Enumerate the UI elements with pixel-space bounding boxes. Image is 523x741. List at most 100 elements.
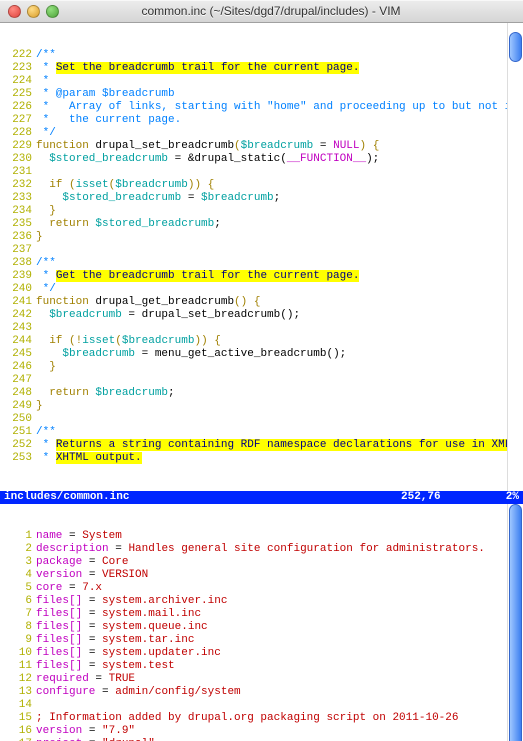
scrollbar-thumb-bottom[interactable] bbox=[509, 504, 522, 741]
code-content[interactable]: files[] = system.queue.inc bbox=[36, 621, 523, 634]
code-content[interactable]: * Set the breadcrumb trail for the curre… bbox=[36, 62, 523, 75]
code-line[interactable]: 229function drupal_set_breadcrumb($bread… bbox=[0, 140, 523, 153]
minimize-icon[interactable] bbox=[27, 5, 40, 18]
code-content[interactable]: package = Core bbox=[36, 556, 523, 569]
code-content[interactable]: } bbox=[36, 205, 523, 218]
code-content[interactable]: files[] = system.tar.inc bbox=[36, 634, 523, 647]
code-content[interactable]: function drupal_get_breadcrumb() { bbox=[36, 296, 523, 309]
code-line[interactable]: 243 bbox=[0, 322, 523, 335]
code-content[interactable]: $stored_breadcrumb = &drupal_static(__FU… bbox=[36, 153, 523, 166]
code-content[interactable]: } bbox=[36, 231, 523, 244]
code-content[interactable]: * Array of links, starting with "home" a… bbox=[36, 101, 523, 114]
code-line[interactable]: 226 * Array of links, starting with "hom… bbox=[0, 101, 523, 114]
code-line[interactable]: 12required = TRUE bbox=[0, 673, 523, 686]
code-content[interactable]: } bbox=[36, 361, 523, 374]
code-content[interactable]: $breadcrumb = drupal_set_breadcrumb(); bbox=[36, 309, 523, 322]
code-content[interactable]: * bbox=[36, 75, 523, 88]
code-line[interactable]: 2description = Handles general site conf… bbox=[0, 543, 523, 556]
code-content[interactable]: /** bbox=[36, 426, 523, 439]
code-line[interactable]: 225 * @param $breadcrumb bbox=[0, 88, 523, 101]
code-line[interactable]: 241function drupal_get_breadcrumb() { bbox=[0, 296, 523, 309]
code-line[interactable]: 228 */ bbox=[0, 127, 523, 140]
code-content[interactable]: required = TRUE bbox=[36, 673, 523, 686]
code-content[interactable]: function drupal_set_breadcrumb($breadcru… bbox=[36, 140, 523, 153]
code-content[interactable]: */ bbox=[36, 283, 523, 296]
code-content[interactable]: version = VERSION bbox=[36, 569, 523, 582]
code-content[interactable]: $breadcrumb = menu_get_active_breadcrumb… bbox=[36, 348, 523, 361]
code-content[interactable]: version = "7.9" bbox=[36, 725, 523, 738]
code-content[interactable]: } bbox=[36, 400, 523, 413]
code-content[interactable]: */ bbox=[36, 127, 523, 140]
code-line[interactable]: 239 * Get the breadcrumb trail for the c… bbox=[0, 270, 523, 283]
close-icon[interactable] bbox=[8, 5, 21, 18]
code-line[interactable]: 223 * Set the breadcrumb trail for the c… bbox=[0, 62, 523, 75]
scrollbar-bottom[interactable] bbox=[507, 504, 523, 741]
code-line[interactable]: 240 */ bbox=[0, 283, 523, 296]
code-line[interactable]: 227 * the current page. bbox=[0, 114, 523, 127]
code-content[interactable] bbox=[36, 413, 523, 426]
code-line[interactable]: 9files[] = system.tar.inc bbox=[0, 634, 523, 647]
code-line[interactable]: 234 } bbox=[0, 205, 523, 218]
code-line[interactable]: 238/** bbox=[0, 257, 523, 270]
code-content[interactable] bbox=[36, 166, 523, 179]
code-line[interactable]: 246 } bbox=[0, 361, 523, 374]
code-line[interactable]: 3package = Core bbox=[0, 556, 523, 569]
code-content[interactable]: core = 7.x bbox=[36, 582, 523, 595]
code-content[interactable]: return $breadcrumb; bbox=[36, 387, 523, 400]
code-line[interactable]: 7files[] = system.mail.inc bbox=[0, 608, 523, 621]
code-line[interactable]: 5core = 7.x bbox=[0, 582, 523, 595]
code-content[interactable] bbox=[36, 244, 523, 257]
code-line[interactable]: 249} bbox=[0, 400, 523, 413]
code-content[interactable]: * Get the breadcrumb trail for the curre… bbox=[36, 270, 523, 283]
pane-bottom[interactable]: 1name = System2description = Handles gen… bbox=[0, 504, 523, 741]
code-line[interactable]: 1name = System bbox=[0, 530, 523, 543]
code-line[interactable]: 242 $breadcrumb = drupal_set_breadcrumb(… bbox=[0, 309, 523, 322]
code-content[interactable]: files[] = system.test bbox=[36, 660, 523, 673]
code-line[interactable]: 251/** bbox=[0, 426, 523, 439]
code-line[interactable]: 6files[] = system.archiver.inc bbox=[0, 595, 523, 608]
code-line[interactable]: 16version = "7.9" bbox=[0, 725, 523, 738]
code-line[interactable]: 8files[] = system.queue.inc bbox=[0, 621, 523, 634]
code-line[interactable]: 253 * XHTML output. bbox=[0, 452, 523, 465]
code-content[interactable]: ; Information added by drupal.org packag… bbox=[36, 712, 523, 725]
code-line[interactable]: 244 if (!isset($breadcrumb)) { bbox=[0, 335, 523, 348]
code-content[interactable]: files[] = system.mail.inc bbox=[36, 608, 523, 621]
code-line[interactable]: 252 * Returns a string containing RDF na… bbox=[0, 439, 523, 452]
code-line[interactable]: 15; Information added by drupal.org pack… bbox=[0, 712, 523, 725]
scrollbar-thumb-top[interactable] bbox=[509, 32, 522, 62]
code-content[interactable]: $stored_breadcrumb = $breadcrumb; bbox=[36, 192, 523, 205]
code-content[interactable]: return $stored_breadcrumb; bbox=[36, 218, 523, 231]
code-line[interactable]: 231 bbox=[0, 166, 523, 179]
code-line[interactable]: 224 * bbox=[0, 75, 523, 88]
code-line[interactable]: 236} bbox=[0, 231, 523, 244]
code-line[interactable]: 245 $breadcrumb = menu_get_active_breadc… bbox=[0, 348, 523, 361]
code-content[interactable]: /** bbox=[36, 257, 523, 270]
code-content[interactable]: * @param $breadcrumb bbox=[36, 88, 523, 101]
code-content[interactable]: * the current page. bbox=[36, 114, 523, 127]
code-line[interactable]: 237 bbox=[0, 244, 523, 257]
code-line[interactable]: 233 $stored_breadcrumb = $breadcrumb; bbox=[0, 192, 523, 205]
code-content[interactable]: name = System bbox=[36, 530, 523, 543]
scrollbar-top[interactable] bbox=[507, 23, 523, 491]
code-line[interactable]: 248 return $breadcrumb; bbox=[0, 387, 523, 400]
code-content[interactable] bbox=[36, 374, 523, 387]
code-line[interactable]: 4version = VERSION bbox=[0, 569, 523, 582]
code-line[interactable]: 11files[] = system.test bbox=[0, 660, 523, 673]
code-line[interactable]: 13configure = admin/config/system bbox=[0, 686, 523, 699]
code-content[interactable]: * Returns a string containing RDF namesp… bbox=[36, 439, 523, 452]
code-content[interactable]: files[] = system.archiver.inc bbox=[36, 595, 523, 608]
zoom-icon[interactable] bbox=[46, 5, 59, 18]
code-content[interactable]: description = Handles general site confi… bbox=[36, 543, 523, 556]
code-line[interactable]: 10files[] = system.updater.inc bbox=[0, 647, 523, 660]
code-line[interactable]: 235 return $stored_breadcrumb; bbox=[0, 218, 523, 231]
code-line[interactable]: 222/** bbox=[0, 49, 523, 62]
code-content[interactable]: if (isset($breadcrumb)) { bbox=[36, 179, 523, 192]
pane-top[interactable]: 222/**223 * Set the breadcrumb trail for… bbox=[0, 23, 523, 491]
code-line[interactable]: 230 $stored_breadcrumb = &drupal_static(… bbox=[0, 153, 523, 166]
code-line[interactable]: 250 bbox=[0, 413, 523, 426]
code-content[interactable]: if (!isset($breadcrumb)) { bbox=[36, 335, 523, 348]
code-line[interactable]: 14 bbox=[0, 699, 523, 712]
code-content[interactable] bbox=[36, 699, 523, 712]
code-line[interactable]: 232 if (isset($breadcrumb)) { bbox=[0, 179, 523, 192]
code-line[interactable]: 247 bbox=[0, 374, 523, 387]
